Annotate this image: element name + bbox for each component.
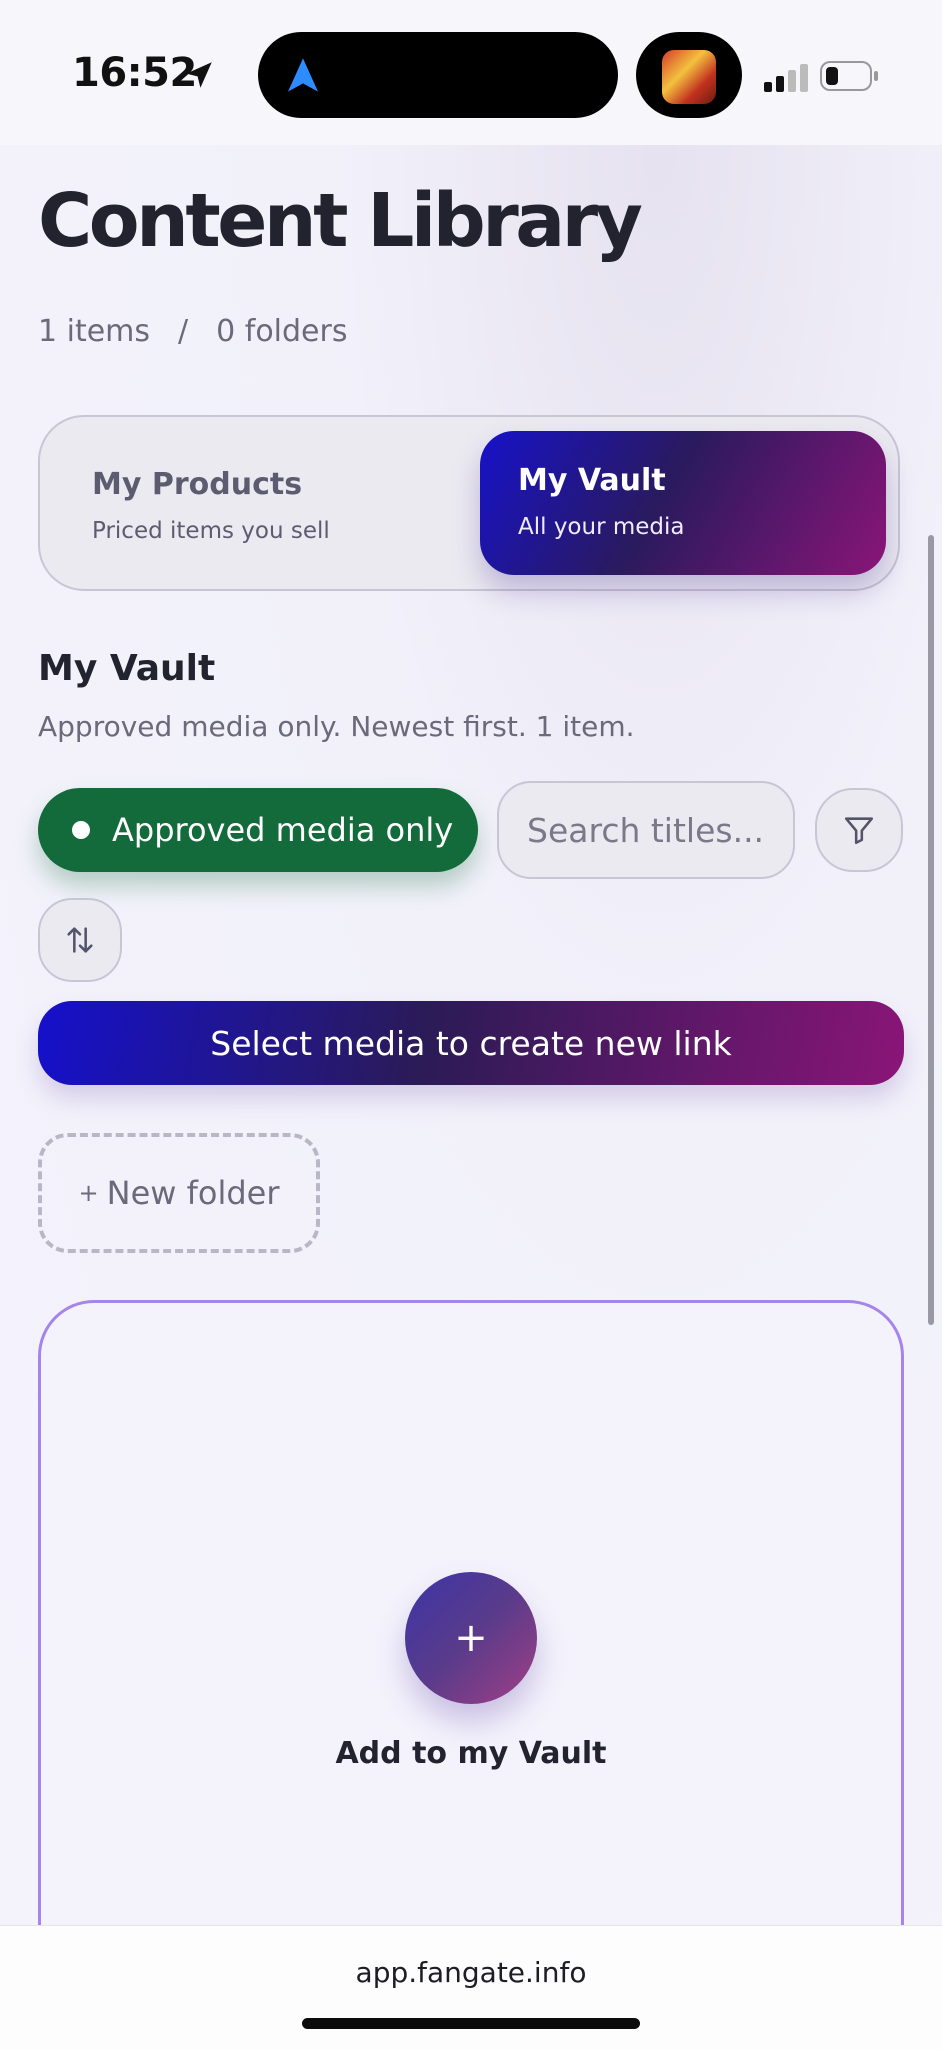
status-dot-icon (72, 821, 90, 839)
tab-subtitle: Priced items you sell (92, 518, 330, 544)
new-folder-label: New folder (106, 1174, 280, 1212)
tab-my-products[interactable]: My Products Priced items you sell (92, 439, 492, 569)
approved-media-label: Approved media only (112, 811, 454, 849)
battery-icon (820, 61, 878, 91)
tab-title: My Vault (518, 463, 666, 498)
create-link-button[interactable]: Select media to create new link (38, 1001, 904, 1085)
add-to-vault-label: Add to my Vault (335, 1736, 607, 1771)
tab-my-vault[interactable]: My Vault All your media (480, 431, 886, 575)
library-counts: 1 items / 0 folders (38, 314, 375, 349)
add-to-vault-button[interactable]: + (405, 1572, 537, 1704)
search-input[interactable] (497, 781, 795, 879)
new-folder-button[interactable]: + New folder (38, 1133, 320, 1253)
filter-button[interactable] (815, 788, 903, 872)
tab-subtitle: All your media (518, 514, 685, 540)
sort-button[interactable] (38, 898, 122, 982)
status-time: 16:52 (72, 50, 197, 96)
counts-separator: / (178, 314, 189, 349)
approved-media-toggle[interactable]: Approved media only (38, 788, 478, 872)
tab-title: My Products (92, 467, 303, 502)
section-description: Approved media only. Newest first. 1 ite… (38, 710, 635, 743)
library-tabs: My Products Priced items you sell My Vau… (38, 415, 900, 591)
signal-icon (764, 64, 808, 92)
home-indicator[interactable] (302, 2018, 640, 2029)
navigation-icon (288, 58, 318, 92)
address-bar[interactable]: app.fangate.info (0, 1956, 942, 1989)
folders-count: 0 folders (216, 314, 348, 349)
plus-icon: + (78, 1179, 99, 1207)
scrollbar[interactable] (928, 535, 934, 1325)
plus-icon: + (454, 1615, 488, 1661)
filter-icon (844, 817, 874, 845)
location-arrow-icon (186, 62, 212, 88)
section-title: My Vault (38, 648, 216, 689)
sort-icon (67, 927, 93, 953)
album-art (662, 50, 716, 104)
page-title: Content Library (38, 178, 643, 264)
items-count: 1 items (38, 314, 151, 349)
